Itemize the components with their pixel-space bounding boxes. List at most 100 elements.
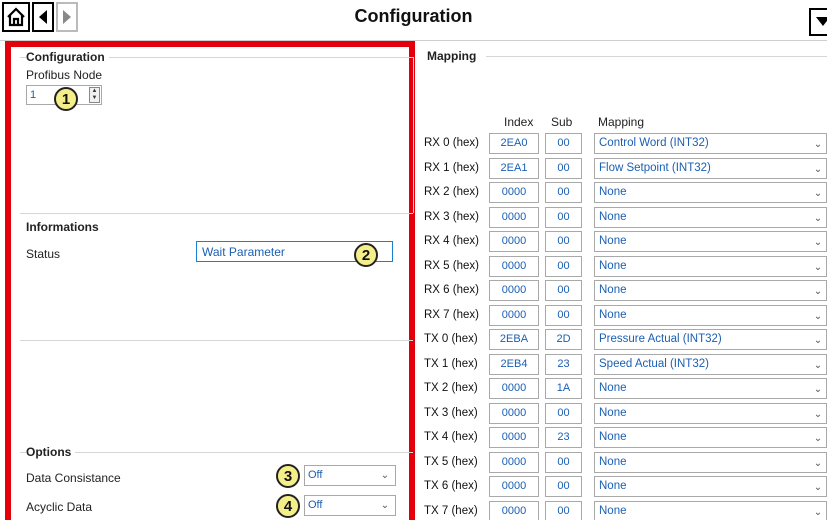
mapping-row-label: RX 0 (hex)	[424, 137, 479, 149]
index-field[interactable]: 0000	[489, 207, 539, 228]
mapping-select[interactable]: None ⌄	[594, 476, 827, 497]
chevron-down-icon[interactable]: ⌄	[812, 458, 824, 470]
profibus-node-label: Profibus Node	[26, 68, 103, 82]
chevron-down-icon[interactable]: ⌄	[379, 500, 391, 512]
mapping-select[interactable]: None ⌄	[594, 452, 827, 473]
stepper-up-icon[interactable]: ▲	[90, 88, 99, 95]
mapping-value: None	[599, 186, 627, 198]
mapping-select[interactable]: None ⌄	[594, 231, 827, 252]
index-field[interactable]: 0000	[489, 256, 539, 277]
mapping-select[interactable]: None ⌄	[594, 207, 827, 228]
mapping-select[interactable]: None ⌄	[594, 378, 827, 399]
mapping-value: None	[599, 211, 627, 223]
mapping-row-label: TX 0 (hex)	[424, 333, 478, 345]
sub-field[interactable]: 00	[545, 476, 582, 497]
chevron-down-icon[interactable]: ⌄	[379, 470, 391, 482]
index-field[interactable]: 0000	[489, 378, 539, 399]
chevron-down-icon[interactable]: ⌄	[812, 335, 824, 347]
sub-field[interactable]: 2D	[545, 329, 582, 350]
acyclic-data-select[interactable]: Off ⌄	[304, 495, 396, 516]
mapping-row-label: RX 2 (hex)	[424, 186, 479, 198]
index-field[interactable]: 2EA0	[489, 133, 539, 154]
chevron-down-icon[interactable]: ⌄	[812, 286, 824, 298]
index-field[interactable]: 0000	[489, 452, 539, 473]
chevron-down-icon[interactable]: ⌄	[812, 433, 824, 445]
mapping-select[interactable]: None ⌄	[594, 403, 827, 424]
mapping-select[interactable]: None ⌄	[594, 256, 827, 277]
callout-2: 2	[354, 243, 378, 267]
stepper-down-icon[interactable]: ▼	[90, 95, 99, 102]
mapping-select[interactable]: Pressure Actual (INT32) ⌄	[594, 329, 827, 350]
mapping-value: None	[599, 456, 627, 468]
mapping-value: Control Word (INT32)	[599, 137, 709, 149]
sub-field[interactable]: 23	[545, 427, 582, 448]
mapping-value: None	[599, 480, 627, 492]
acyclic-data-label: Acyclic Data	[26, 500, 93, 514]
profibus-node-value[interactable]: 1	[30, 89, 36, 101]
mapping-select[interactable]: Speed Actual (INT32) ⌄	[594, 354, 827, 375]
top-bar: Configuration	[0, 0, 827, 41]
index-field[interactable]: 2EBA	[489, 329, 539, 350]
chevron-down-icon[interactable]: ⌄	[812, 237, 824, 249]
sub-field[interactable]: 00	[545, 207, 582, 228]
sub-field[interactable]: 1A	[545, 378, 582, 399]
index-field[interactable]: 0000	[489, 305, 539, 326]
index-field[interactable]: 0000	[489, 427, 539, 448]
sub-field[interactable]: 00	[545, 305, 582, 326]
chevron-down-icon[interactable]: ⌄	[812, 164, 824, 176]
mapping-row-label: TX 4 (hex)	[424, 431, 478, 443]
sub-field[interactable]: 00	[545, 182, 582, 203]
mapping-select[interactable]: None ⌄	[594, 427, 827, 448]
sub-field[interactable]: 00	[545, 501, 582, 520]
sub-field[interactable]: 00	[545, 452, 582, 473]
index-field[interactable]: 2EA1	[489, 158, 539, 179]
sub-field[interactable]: 00	[545, 403, 582, 424]
mapping-select[interactable]: None ⌄	[594, 280, 827, 301]
sub-column-header: Sub	[551, 115, 573, 129]
mapping-select[interactable]: None ⌄	[594, 305, 827, 326]
sub-field[interactable]: 23	[545, 354, 582, 375]
chevron-down-icon[interactable]: ⌄	[812, 262, 824, 274]
sub-field[interactable]: 00	[545, 231, 582, 252]
chevron-down-icon[interactable]: ⌄	[812, 311, 824, 323]
index-field[interactable]: 2EB4	[489, 354, 539, 375]
mapping-select[interactable]: Control Word (INT32) ⌄	[594, 133, 827, 154]
chevron-down-icon[interactable]: ⌄	[812, 139, 824, 151]
index-field[interactable]: 0000	[489, 280, 539, 301]
data-consistance-value: Off	[308, 469, 323, 481]
mapping-row-label: RX 7 (hex)	[424, 309, 479, 321]
mapping-select[interactable]: None ⌄	[594, 182, 827, 203]
index-field[interactable]: 0000	[489, 476, 539, 497]
mapping-row-label: TX 1 (hex)	[424, 358, 478, 370]
mapping-row-label: RX 5 (hex)	[424, 260, 479, 272]
chevron-down-icon[interactable]: ⌄	[812, 213, 824, 225]
sub-field[interactable]: 00	[545, 256, 582, 277]
chevron-down-icon[interactable]: ⌄	[812, 482, 824, 494]
acyclic-data-value: Off	[308, 499, 323, 511]
index-field[interactable]: 0000	[489, 403, 539, 424]
chevron-down-icon[interactable]: ⌄	[812, 360, 824, 372]
stepper-arrows[interactable]: ▲ ▼	[89, 87, 100, 103]
menu-dropdown-button[interactable]	[809, 8, 827, 36]
mapping-value: None	[599, 260, 627, 272]
mapping-value: None	[599, 407, 627, 419]
index-field[interactable]: 0000	[489, 501, 539, 520]
mapping-select[interactable]: None ⌄	[594, 501, 827, 520]
chevron-down-icon[interactable]: ⌄	[812, 188, 824, 200]
sub-field[interactable]: 00	[545, 280, 582, 301]
sub-field[interactable]: 00	[545, 158, 582, 179]
chevron-down-icon[interactable]: ⌄	[812, 384, 824, 396]
mapping-row-label: TX 6 (hex)	[424, 480, 478, 492]
data-consistance-select[interactable]: Off ⌄	[304, 465, 396, 486]
mapping-row-label: TX 5 (hex)	[424, 456, 478, 468]
chevron-down-icon[interactable]: ⌄	[812, 409, 824, 421]
chevron-down-icon[interactable]: ⌄	[812, 507, 824, 519]
sub-field[interactable]: 00	[545, 133, 582, 154]
index-field[interactable]: 0000	[489, 231, 539, 252]
data-consistance-label: Data Consistance	[26, 471, 121, 485]
index-field[interactable]: 0000	[489, 182, 539, 203]
mapping-value: None	[599, 431, 627, 443]
configuration-screen: Configuration Configuration Profibus Nod…	[0, 0, 827, 520]
mapping-select[interactable]: Flow Setpoint (INT32) ⌄	[594, 158, 827, 179]
callout-3: 3	[276, 464, 300, 488]
